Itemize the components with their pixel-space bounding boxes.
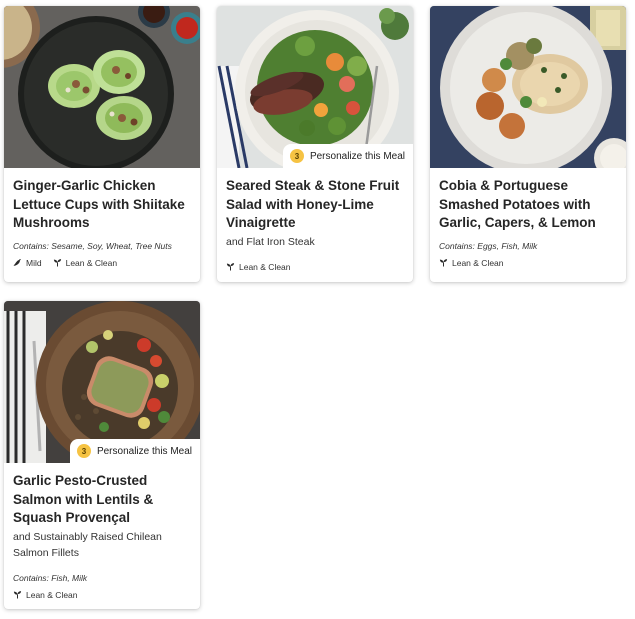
customization-count-badge: 3 (289, 149, 304, 163)
tag-label: Lean & Clean (452, 257, 504, 268)
tag-mild: Mild (13, 258, 42, 268)
tag-label: Mild (26, 257, 42, 268)
meal-title[interactable]: Garlic Pesto-Crusted Salmon with Lentils… (13, 472, 191, 528)
meal-photo[interactable] (430, 6, 626, 168)
meal-title[interactable]: Seared Steak & Stone Fruit Salad with Ho… (226, 177, 404, 233)
personalize-label: Personalize this Meal (309, 150, 405, 162)
allergen-info: Contains: Eggs, Fish, Milk (439, 240, 538, 251)
tag-label: Lean & Clean (65, 257, 118, 268)
sprout-icon (13, 591, 22, 599)
meal-tags: Mild Lean & Clean (13, 258, 191, 268)
sprout-icon (439, 259, 448, 267)
meal-tags: Lean & Clean (226, 262, 404, 272)
meal-title[interactable]: Cobia & Portuguese Smashed Potatoes with… (439, 177, 617, 233)
meal-card-cobia-potatoes[interactable]: Cobia & Portuguese Smashed Potatoes with… (430, 6, 626, 282)
tag-label: Lean & Clean (26, 589, 78, 600)
meal-protein-option: and Flat Iron Steak (226, 235, 315, 248)
tag-lean-clean: Lean & Clean (226, 262, 291, 272)
personalize-meal-button[interactable]: 3 Personalize this Meal (69, 439, 200, 463)
meal-card-pesto-salmon[interactable]: 3 Personalize this Meal Garlic Pesto-Cru… (4, 301, 200, 609)
meal-card-seared-steak[interactable]: 3 Personalize this Meal Seared Steak & S… (217, 6, 413, 282)
tag-label: Lean & Clean (239, 261, 291, 272)
meal-photo[interactable]: 3 Personalize this Meal (4, 301, 200, 463)
tag-lean-clean: Lean & Clean (439, 258, 504, 268)
meal-title[interactable]: Ginger-Garlic Chicken Lettuce Cups with … (13, 177, 191, 233)
meal-protein-option: and Sustainably Raised Chilean Salmon Fi… (13, 530, 162, 559)
meal-tags: Lean & Clean (13, 590, 191, 600)
customization-count-badge: 3 (76, 444, 91, 458)
meal-card-ginger-garlic-chicken[interactable]: Ginger-Garlic Chicken Lettuce Cups with … (4, 6, 200, 282)
allergen-info: Contains: Sesame, Soy, Wheat, Tree Nuts (13, 240, 172, 251)
meal-photo[interactable] (4, 6, 200, 168)
tag-lean-clean: Lean & Clean (53, 257, 118, 268)
personalize-label: Personalize this Meal (96, 445, 192, 457)
sprout-icon (53, 259, 61, 267)
personalize-meal-button[interactable]: 3 Personalize this Meal (282, 144, 413, 168)
meal-tags: Lean & Clean (439, 258, 617, 268)
allergen-info: Contains: Fish, Milk (13, 572, 88, 583)
pepper-icon (13, 259, 21, 266)
sprout-icon (226, 263, 235, 271)
meal-photo[interactable]: 3 Personalize this Meal (217, 6, 413, 168)
tag-lean-clean: Lean & Clean (13, 590, 78, 600)
